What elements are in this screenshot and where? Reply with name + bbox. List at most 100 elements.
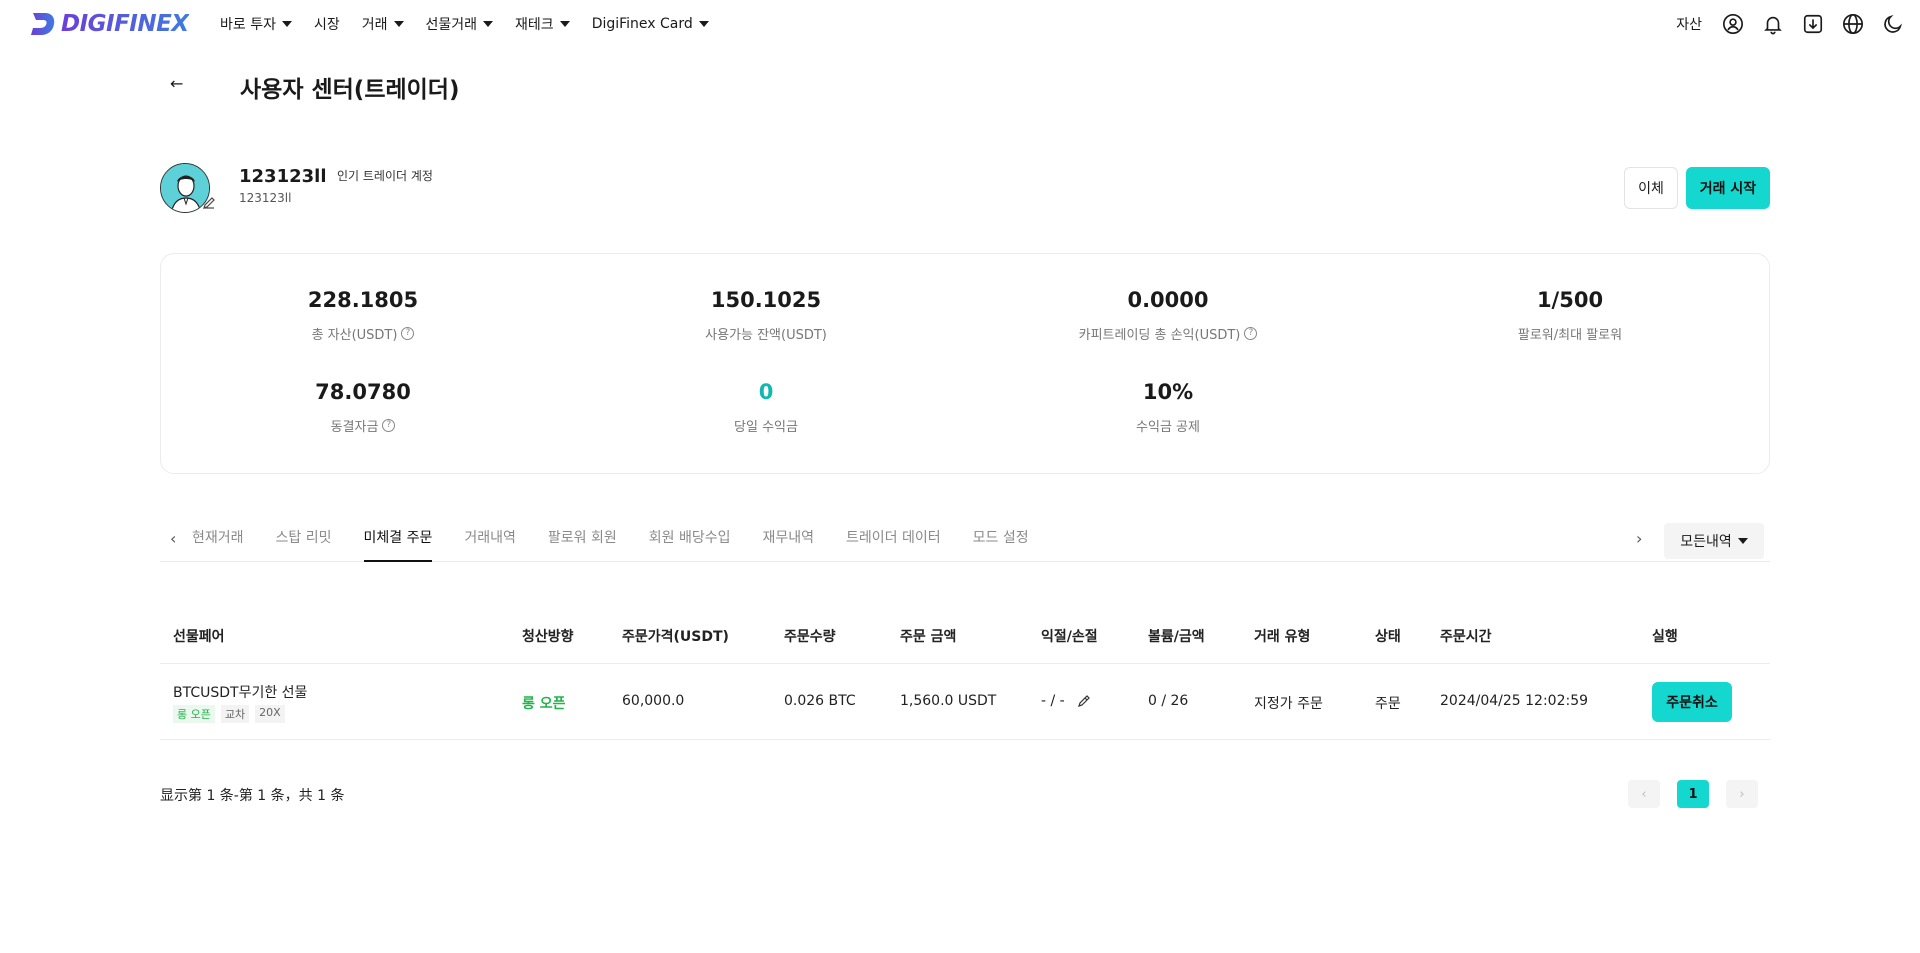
pagination-page-1[interactable]: 1 [1677, 780, 1709, 808]
nav-card-label: DigiFinex Card [591, 16, 693, 32]
nav-futures-label: 선물거래 [425, 17, 478, 33]
logo-text: DIGIFINEX [61, 11, 189, 37]
tab-4[interactable]: 거래내역 [464, 520, 516, 562]
stat-profit-share-label-row: 수익금 공제 [1008, 416, 1328, 435]
stat-frozen-value: 78.0780 [315, 380, 411, 404]
download-icon[interactable] [1800, 11, 1826, 37]
nav-card[interactable]: DigiFinex Card [592, 16, 709, 32]
col-header-volume: 볼륨/금액 [1148, 629, 1205, 645]
pair-tags: 롱 오픈 교차 20X [173, 705, 285, 723]
transfer-button[interactable]: 이체 [1624, 167, 1678, 209]
tag-direction: 롱 오픈 [173, 705, 215, 723]
tab-list: 현재거래 스탑 리밋 미체결 주문 거래내역 팔로워 회원 회원 배당수입 재무내역 트레이더… [192, 520, 1061, 562]
stat-followers: 1/500 팔로워/최대 팔로워 [1410, 288, 1730, 343]
cell-direction: 롱 오픈 [522, 696, 566, 712]
nav-quick-invest[interactable]: 바로 투자 [220, 14, 292, 34]
history-filter-dropdown[interactable]: 모든내역 [1664, 523, 1764, 559]
tab-7[interactable]: 재무내역 [763, 520, 815, 562]
nav-futures[interactable]: 선물거래 [426, 14, 494, 34]
stat-followers-value: 1/500 [1536, 288, 1604, 312]
stat-available-balance: 150.1025 사용가능 잔액(USDT) [606, 288, 926, 343]
back-arrow-icon[interactable]: ← [170, 74, 183, 93]
tab-8[interactable]: 트레이더 데이터 [846, 520, 941, 562]
col-header-time: 주문시간 [1440, 629, 1492, 645]
cell-pair[interactable]: BTCUSDT무기한 선물 [173, 682, 307, 702]
stat-copy-pnl: 0.0000 카피트레이딩 총 손익(USDT)? [1008, 288, 1328, 343]
tab-9[interactable]: 모드 설정 [973, 520, 1029, 562]
stat-copy-pnl-label-row: 카피트레이딩 총 손익(USDT)? [1008, 324, 1328, 343]
edit-tp-sl-icon[interactable] [1077, 694, 1091, 708]
chevron-down-icon [1737, 538, 1748, 544]
cell-status: 주문 [1375, 696, 1401, 712]
stat-total-assets-label: 총 자산(USDT) [311, 328, 398, 343]
edit-avatar-icon[interactable] [202, 196, 216, 210]
stat-followers-label-row: 팔로워/최대 팔로워 [1410, 324, 1730, 343]
stat-followers-label: 팔로워/최대 팔로워 [1517, 328, 1623, 343]
tab-2[interactable]: 스탑 리밋 [276, 520, 332, 562]
nav-right-tools: 자산 [1676, 0, 1906, 48]
nav-assets-link[interactable]: 자산 [1676, 14, 1702, 34]
help-icon[interactable]: ? [401, 327, 415, 340]
stat-total-assets-label-row: 총 자산(USDT)? [203, 324, 523, 343]
chevron-down-icon [281, 21, 292, 27]
cell-tp-sl: - / - [1041, 693, 1091, 709]
cancel-order-button[interactable]: 주문취소 [1652, 682, 1732, 722]
nav-trade[interactable]: 거래 [362, 14, 404, 34]
stat-profit-share-label: 수익금 공제 [1136, 420, 1200, 435]
col-header-tp-sl: 익절/손절 [1041, 629, 1098, 645]
bell-icon[interactable] [1760, 11, 1786, 37]
chevron-left-icon[interactable]: ‹ [170, 529, 176, 548]
tab-3[interactable]: 미체결 주문 [363, 520, 433, 562]
pagination-next-button[interactable]: › [1726, 780, 1758, 808]
chevron-right-icon[interactable]: › [1636, 529, 1642, 548]
tab-5[interactable]: 팔로워 회원 [548, 520, 617, 562]
cell-quantity: 0.026 BTC [784, 693, 856, 709]
globe-icon[interactable] [1840, 11, 1866, 37]
top-navbar: DIGIFINEX 바로 투자 시장 거래 선물거래 재테크 DigiFinex… [0, 0, 1920, 48]
username: 123123ll [239, 166, 327, 187]
history-filter-label: 모든내역 [1680, 534, 1732, 550]
pagination-prev-button[interactable]: ‹ [1628, 780, 1660, 808]
chevron-down-icon [483, 21, 494, 27]
col-header-pair: 선물페어 [173, 629, 225, 645]
stat-available-balance-label-row: 사용가능 잔액(USDT) [606, 324, 926, 343]
user-icon[interactable] [1720, 11, 1746, 37]
help-icon[interactable]: ? [382, 419, 396, 432]
logo-mark-icon [31, 13, 55, 35]
cell-order-type: 지정가 주문 [1254, 696, 1323, 712]
stat-copy-pnl-value: 0.0000 [1127, 288, 1209, 312]
stat-frozen-label-row: 동결자금? [203, 416, 523, 435]
stat-frozen-label: 동결자금 [330, 420, 379, 435]
col-header-quantity: 주문수량 [784, 629, 836, 645]
chevron-down-icon [559, 21, 570, 27]
stat-frozen: 78.0780 동결자금? [203, 380, 523, 435]
main-menu: 바로 투자 시장 거래 선물거래 재테크 DigiFinex Card [220, 0, 731, 48]
stat-today-profit-label: 당일 수익금 [734, 420, 798, 435]
nav-earn-label: 재테크 [515, 17, 554, 33]
stat-today-profit: 0 당일 수익금 [606, 380, 926, 435]
pagination-info: 显示第 1 条-第 1 条，共 1 条 [160, 788, 345, 804]
digifinex-logo[interactable]: DIGIFINEX [27, 9, 189, 39]
col-header-price: 주문가격(USDT) [622, 629, 729, 645]
col-header-action: 실행 [1652, 629, 1678, 645]
help-icon[interactable]: ? [1244, 327, 1258, 340]
tab-1[interactable]: 현재거래 [192, 520, 244, 562]
cell-time: 2024/04/25 12:02:59 [1440, 693, 1589, 709]
tab-bar: ‹ 현재거래 스탑 리밋 미체결 주문 거래내역 팔로워 회원 회원 배당수입 재무내역 트레… [160, 520, 1770, 562]
orders-table-header: 선물페어 청산방향 주문가격(USDT) 주문수량 주문 금액 익절/손절 볼륨… [160, 612, 1770, 664]
tab-6[interactable]: 회원 배당수입 [649, 520, 731, 562]
moon-icon[interactable] [1880, 11, 1906, 37]
nav-market[interactable]: 시장 [314, 14, 340, 34]
cell-price: 60,000.0 [622, 693, 685, 709]
nav-market-label: 시장 [313, 17, 340, 33]
page-title: 사용자 센터(트레이더) [240, 77, 460, 103]
col-header-amount: 주문 금액 [900, 629, 957, 645]
chevron-down-icon [393, 21, 404, 27]
col-header-order-type: 거래 유형 [1254, 629, 1311, 645]
trader-badge: 인기 트레이더 계정 [337, 169, 433, 183]
nav-earn[interactable]: 재테크 [515, 14, 570, 34]
stat-copy-pnl-label: 카피트레이딩 총 손익(USDT) [1078, 328, 1241, 343]
start-trading-button[interactable]: 거래 시작 [1686, 167, 1770, 209]
chevron-down-icon [698, 21, 709, 27]
stat-available-balance-value: 150.1025 [710, 288, 822, 312]
